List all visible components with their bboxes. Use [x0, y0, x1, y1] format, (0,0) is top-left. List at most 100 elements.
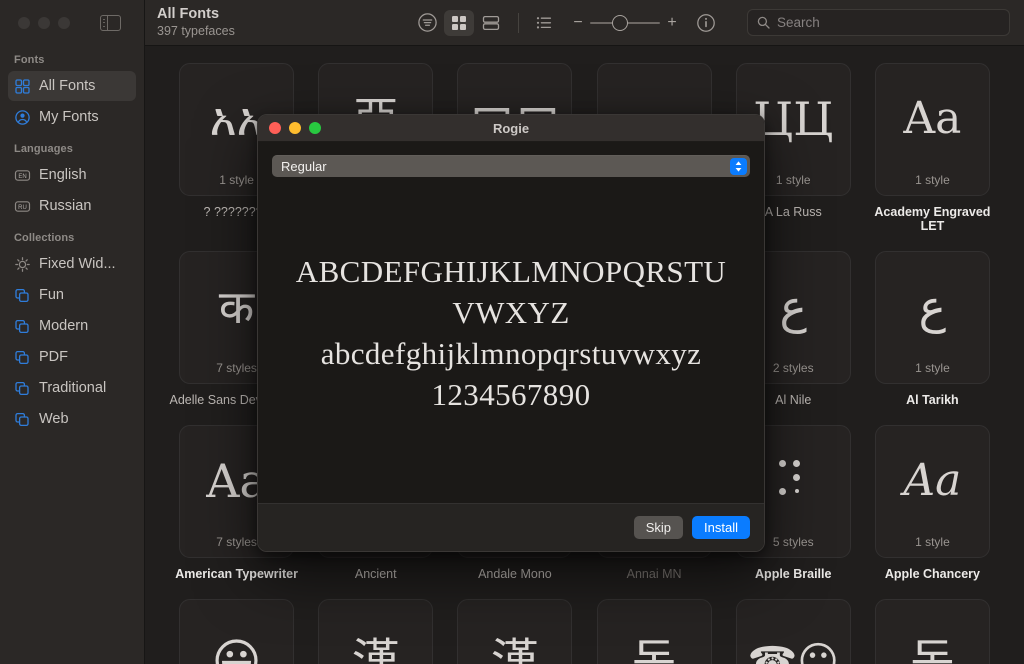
font-style-value: Regular: [281, 158, 327, 174]
font-family-name[interactable]: Apple Braille: [755, 567, 831, 581]
zoom-slider-knob[interactable]: [612, 14, 628, 31]
font-family-name[interactable]: Al Tarikh: [906, 393, 959, 407]
search-field[interactable]: Search: [747, 9, 1010, 36]
filter-sort-icon: [417, 13, 437, 32]
font-tile[interactable]: 동: [874, 599, 990, 664]
chevron-updown-glyph: [735, 160, 742, 172]
split-view-icon: [482, 15, 500, 30]
svg-text:EN: EN: [18, 174, 26, 180]
font-sample-glyph: 동: [631, 633, 677, 664]
sidebar-item-my-fonts[interactable]: My Fonts: [8, 102, 136, 132]
braille-dots-icon: [779, 459, 807, 502]
sidebar-item-fixed-width[interactable]: Fixed Wid...: [8, 249, 136, 279]
sidebar-item-all-fonts[interactable]: All Fonts: [8, 71, 136, 101]
filter-sort-button[interactable]: [412, 10, 442, 36]
preview-line-lowercase: abcdefghijklmnopqrstuvwxyz: [320, 336, 702, 371]
list-view-button[interactable]: [529, 10, 559, 36]
sidebar-section-collections-title: Collections: [14, 232, 75, 244]
font-tile-cell: ع 1 style Al Tarikh: [863, 251, 1002, 407]
sidebar-item-web[interactable]: Web: [8, 404, 136, 434]
grid-view-icon: [452, 15, 466, 30]
ru-badge-icon: RU: [14, 200, 31, 212]
font-tile[interactable]: ☎☺: [735, 599, 851, 664]
font-tile[interactable]: 漢: [318, 599, 434, 664]
sidebar-item-traditional[interactable]: Traditional: [8, 373, 136, 403]
font-style-count: 1 style: [915, 535, 950, 549]
zoom-button[interactable]: [58, 17, 70, 29]
window-traffic-lights: [0, 0, 144, 46]
zoom-out-label[interactable]: −: [573, 14, 583, 31]
font-style-count: 7 styles: [216, 361, 257, 375]
font-sample-glyph: 漢: [490, 633, 539, 664]
font-family-name[interactable]: Apple Chancery: [885, 567, 980, 581]
font-style-count: 2 styles: [772, 361, 814, 375]
search-input[interactable]: Search: [777, 15, 820, 30]
font-tile-cell: 漢: [445, 599, 584, 664]
font-tile[interactable]: 漢: [457, 599, 573, 664]
close-button[interactable]: [18, 17, 30, 29]
sidebar-item-pdf[interactable]: PDF: [8, 342, 136, 372]
info-button[interactable]: [691, 10, 721, 36]
zoom-slider-track[interactable]: [590, 14, 660, 31]
font-tile-cell: 동: [585, 599, 724, 664]
font-family-name[interactable]: Ancient: [355, 567, 397, 581]
preview-line-uppercase-2: VWXYZ: [452, 295, 570, 330]
font-sample-glyph: ☎☺: [747, 638, 839, 664]
sidebar-item-label: Fixed Wid...: [39, 256, 116, 272]
en-badge-icon: EN: [14, 169, 31, 181]
font-style-count: 5 styles: [772, 535, 814, 549]
font-tile[interactable]: ع 1 style: [874, 251, 990, 384]
zoom-in-label[interactable]: +: [667, 14, 677, 31]
sidebar-item-russian[interactable]: RU Russian: [8, 191, 136, 221]
sidebar-item-modern[interactable]: Modern: [8, 311, 136, 341]
font-style-count: 1 style: [775, 173, 811, 187]
skip-button[interactable]: Skip: [633, 516, 684, 539]
toolbar: All Fonts 397 typefaces − + Search: [145, 0, 1024, 46]
font-tile[interactable]: 😀: [179, 599, 295, 664]
grid-view-button[interactable]: [444, 9, 474, 36]
font-tile[interactable]: 동: [596, 599, 712, 664]
font-family-name[interactable]: A La Russ: [765, 205, 822, 219]
font-book-window: Fonts All Fonts My Fonts Languages EN En…: [0, 0, 1024, 664]
page-title: All Fonts: [157, 6, 220, 22]
dialog-title: Rogie: [492, 120, 530, 136]
info-circle-icon: [697, 13, 715, 32]
sidebar-item-fun[interactable]: Fun: [8, 280, 136, 310]
font-sample-glyph: Aa: [903, 92, 962, 144]
zoom-slider[interactable]: − +: [573, 14, 677, 31]
sidebar: Fonts All Fonts My Fonts Languages EN En…: [0, 0, 145, 664]
minimize-button[interactable]: [38, 17, 50, 29]
stack-icon: [15, 350, 29, 364]
font-tile[interactable]: Aa 1 style: [874, 425, 990, 558]
sidebar-toggle-icon[interactable]: [100, 14, 121, 32]
font-tile-cell: ☎☺: [724, 599, 863, 664]
font-tile-cell: 동: [863, 599, 1002, 664]
svg-text:RU: RU: [18, 205, 27, 211]
font-family-name[interactable]: Academy Engraved LET: [865, 205, 1000, 233]
chevron-updown-icon[interactable]: [730, 157, 747, 175]
font-tile-cell: Aa 1 style Academy Engraved LET: [863, 63, 1002, 233]
sidebar-section-languages-title: Languages: [14, 143, 73, 155]
toolbar-divider: [518, 12, 519, 33]
font-family-name[interactable]: American Typewriter: [175, 567, 298, 581]
preview-line-uppercase-1: ABCDEFGHIJKLMNOPQRSTU: [295, 254, 727, 289]
font-style-count: 1 style: [915, 361, 950, 375]
stack-icon: [15, 381, 29, 395]
sidebar-item-label: English: [39, 167, 87, 183]
sidebar-item-label: Web: [39, 411, 69, 427]
font-tile-cell: 漢: [306, 599, 445, 664]
font-family-name[interactable]: Andale Mono: [478, 567, 552, 581]
font-family-name[interactable]: Annai MN: [627, 567, 682, 581]
split-view-button[interactable]: [476, 10, 506, 36]
font-sample-glyph: 동: [910, 633, 955, 664]
font-style-select[interactable]: Regular: [272, 155, 750, 177]
install-button[interactable]: Install: [692, 516, 750, 539]
grid-icon: [15, 78, 30, 94]
sidebar-item-english[interactable]: EN English: [8, 160, 136, 190]
sidebar-item-label: My Fonts: [39, 109, 99, 125]
sidebar-section-fonts-title: Fonts: [14, 54, 45, 66]
font-tile-cell: 😀: [167, 599, 306, 664]
font-family-name[interactable]: Al Nile: [775, 393, 811, 407]
font-tile[interactable]: Aa 1 style: [874, 63, 990, 196]
typeface-count: 397 typefaces: [157, 24, 235, 38]
